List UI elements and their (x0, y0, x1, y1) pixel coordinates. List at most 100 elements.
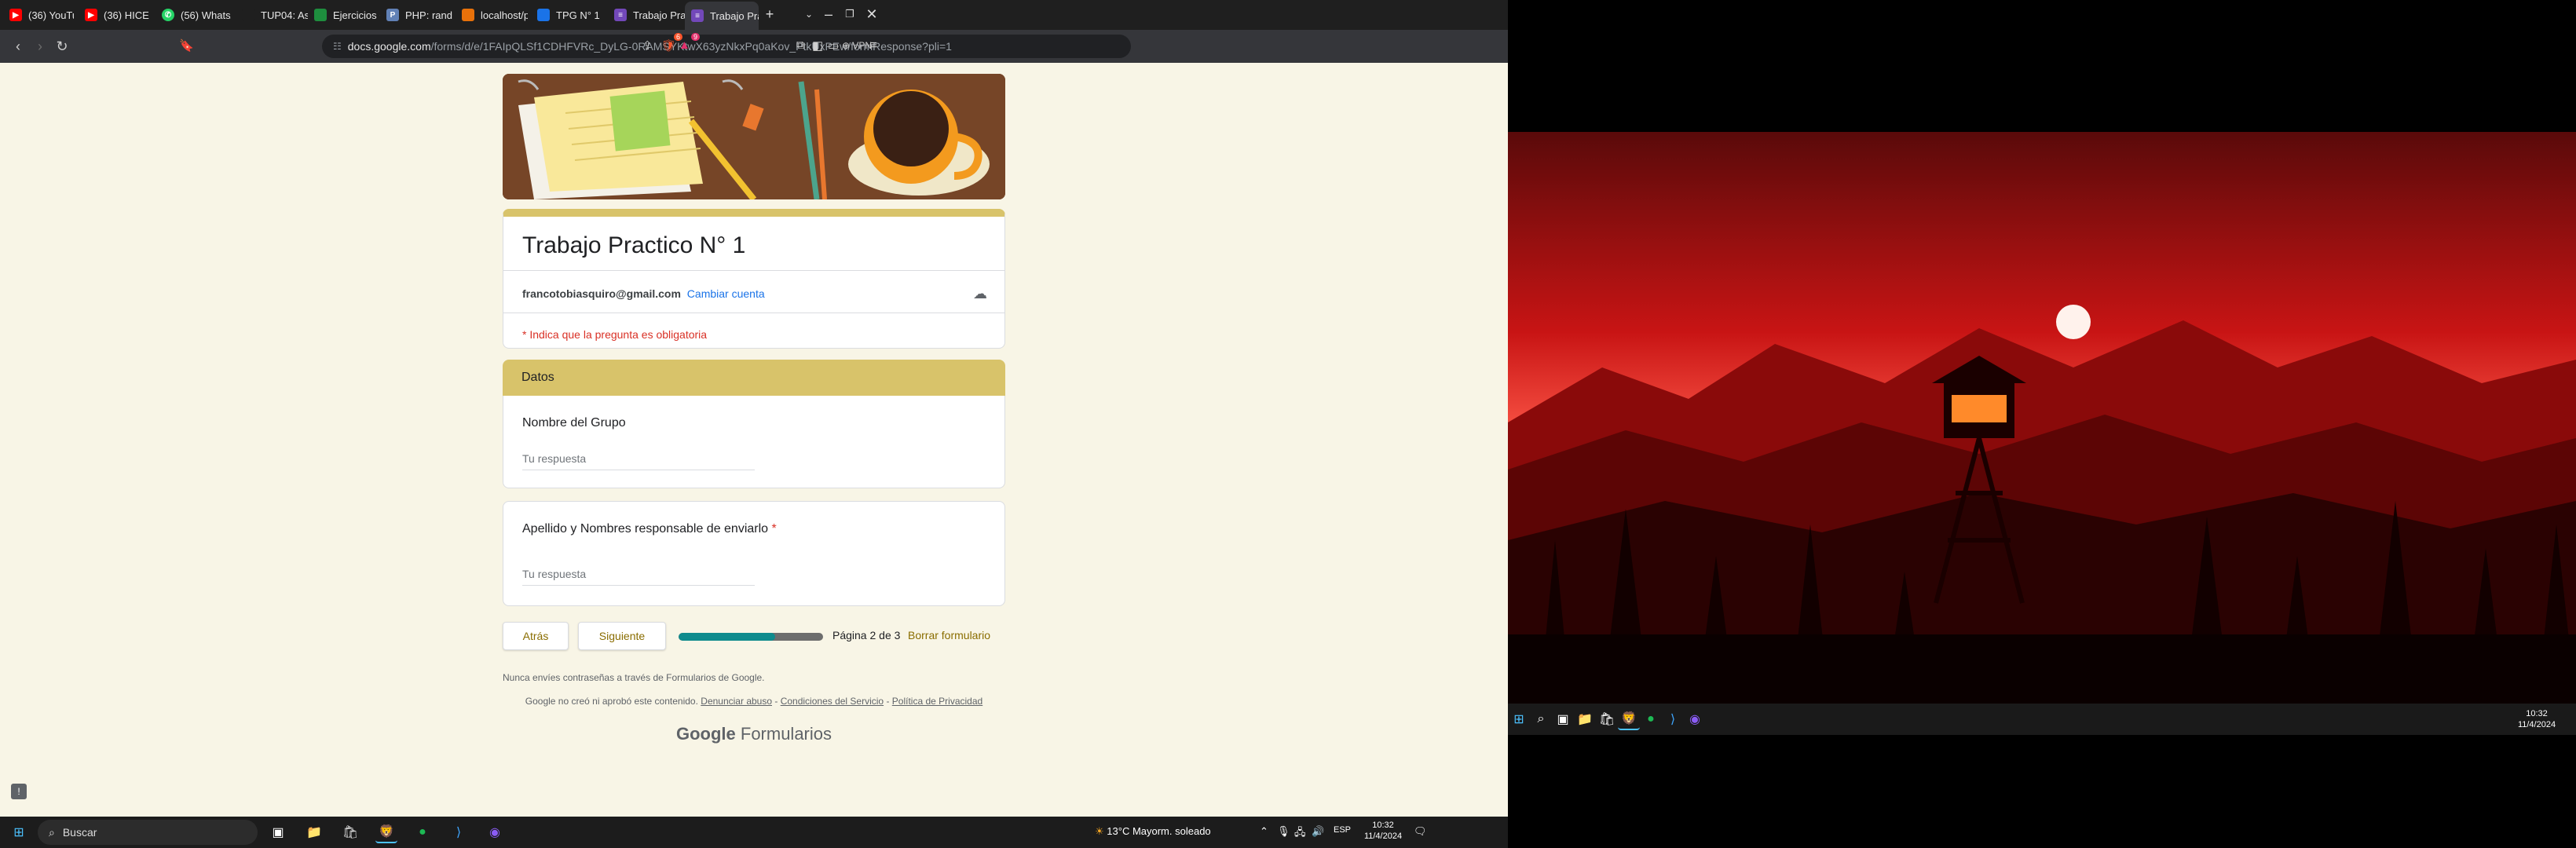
privacy-link[interactable]: Política de Privacidad (892, 696, 982, 707)
taskbar-search[interactable]: ⌕ Buscar (38, 820, 258, 845)
report-abuse-link[interactable]: Denunciar abuso (701, 696, 772, 707)
notifications-icon[interactable]: 🗨 (1414, 825, 1427, 838)
extensions-icon[interactable]: ⧉ (796, 38, 805, 52)
tray-chevron-icon[interactable]: ⌃ (1260, 825, 1268, 838)
vpn-button[interactable]: ⊕ VPN (842, 40, 872, 51)
clear-form-button[interactable]: Borrar formulario (908, 629, 990, 641)
cloud-save-icon: ☁ (973, 286, 987, 302)
bookmark-icon[interactable]: 🔖 (179, 38, 194, 53)
store-icon[interactable]: 🛍 (1596, 708, 1618, 730)
question-card-responsible: Apellido y Nombres responsable de enviar… (503, 501, 1005, 606)
moodle-icon (242, 9, 254, 21)
google-forms-logo[interactable]: Google Formularios (503, 724, 1005, 744)
back-arrow-icon[interactable]: ‹ (8, 36, 28, 57)
form-header-image (503, 74, 1005, 199)
question-title: Nombre del Grupo (522, 416, 626, 429)
separator: - (886, 696, 890, 707)
close-window-icon[interactable]: ✕ (860, 3, 884, 25)
file-explorer-icon[interactable]: 📁 (303, 821, 325, 843)
footer-links: Google no creó ni aprobó este contenido.… (503, 696, 1005, 707)
tab-ejercicios[interactable]: Ejercicios Clase 01 (308, 3, 380, 27)
menu-icon[interactable]: ≡ (870, 38, 877, 52)
tab-php[interactable]: P PHP: rand - Manual (380, 3, 452, 27)
spotify-icon[interactable]: ● (412, 821, 434, 843)
search-icon[interactable]: ⌕ (1530, 708, 1552, 730)
discord-icon[interactable]: ◉ (1684, 708, 1706, 730)
tab-whatsapp[interactable]: ✆ (56) WhatsApp (156, 3, 231, 27)
tab-asistencia[interactable]: TUP04: Asistencia (236, 3, 308, 27)
main-screen: ▶ (36) YouTube ▶ (36) HICE UN VIDEO ✆ (5… (0, 0, 1508, 848)
maximize-icon[interactable]: ❐ (838, 3, 862, 25)
next-button[interactable]: Siguiente (578, 622, 666, 650)
secondary-screen: ⊞ ⌕ ▣ 📁 🛍 🦁 ● ⟩ ◉ 10:32 11/4/2024 (1508, 0, 2576, 848)
back-button[interactable]: Atrás (503, 622, 569, 650)
form-title: Trabajo Practico N° 1 (522, 232, 746, 258)
page-indicator: Página 2 de 3 (832, 629, 901, 641)
section-header: Datos (503, 360, 1005, 396)
windows-start-icon[interactable]: ⊞ (1508, 708, 1530, 730)
file-explorer-icon[interactable]: 📁 (1574, 708, 1596, 730)
task-view-icon[interactable]: ▣ (267, 821, 289, 843)
desktop-wallpaper (1508, 132, 2576, 704)
brave-shields-icon[interactable]: 🛡 (661, 38, 676, 53)
youtube-icon: ▶ (85, 9, 97, 21)
address-bar[interactable]: ☷ docs.google.com/forms/d/e/1FAIpQLSf1CD… (322, 35, 1131, 58)
tab-youtube-1[interactable]: ▶ (36) YouTube (3, 3, 74, 27)
terms-link[interactable]: Condiciones del Servicio (781, 696, 884, 707)
php-icon: P (386, 9, 399, 21)
group-name-input[interactable]: Tu respuesta (522, 452, 755, 470)
minimize-icon[interactable]: – (817, 3, 840, 25)
account-row: francotobiasquiro@gmail.com Cambiar cuen… (522, 287, 765, 300)
microphone-icon[interactable]: 🎙 (1277, 825, 1290, 838)
share-icon[interactable]: ⇪ (642, 38, 653, 53)
question-title-text: Apellido y Nombres responsable de enviar… (522, 522, 769, 535)
tab-label: Ejercicios Clase 01 (333, 9, 380, 21)
task-view-icon[interactable]: ▣ (1552, 708, 1574, 730)
weather-text: 13°C Mayorm. soleado (1107, 825, 1211, 837)
network-icon[interactable]: 🖧 (1294, 825, 1306, 843)
taskbar-clock[interactable]: 10:32 11/4/2024 (2505, 708, 2568, 730)
language-indicator[interactable]: ESP (1334, 825, 1351, 835)
tab-label: (36) YouTube (28, 9, 74, 21)
forward-arrow-icon[interactable]: › (30, 36, 50, 57)
volume-icon[interactable]: 🔊 (1312, 825, 1324, 838)
tab-trabajo-practico-1[interactable]: ≡ Trabajo Practico N° 1 (608, 3, 686, 27)
clock-date: 11/4/2024 (2517, 720, 2556, 729)
tab-tpg[interactable]: TPG N° 1 (531, 3, 602, 27)
taskbar: ⊞ ⌕ Buscar ▣ 📁 🛍 🦁 ● ⟩ ◉ ☀ 13°C Mayorm. … (0, 817, 1508, 848)
search-placeholder: Buscar (62, 826, 97, 839)
form-navigation: Atrás Siguiente Página 2 de 3 Borrar for… (503, 622, 1005, 653)
tab-label: (36) HICE UN VIDEO (104, 9, 151, 21)
brave-rewards-icon[interactable]: ▲ (679, 38, 690, 52)
taskbar-clock[interactable]: 10:32 11/4/2024 (1356, 820, 1411, 842)
discord-icon[interactable]: ◉ (484, 821, 506, 843)
store-icon[interactable]: 🛍 (339, 821, 361, 843)
tab-localhost[interactable]: localhost/progra_noc (456, 3, 528, 27)
search-icon: ⌕ (49, 825, 55, 839)
sidebar-icon[interactable]: ◧ (812, 38, 823, 53)
youtube-icon: ▶ (9, 9, 22, 21)
tab-label: Trabajo Practico N° 1 (633, 9, 686, 21)
tab-label: PHP: rand - Manual (405, 9, 452, 21)
tab-trabajo-practico-active[interactable]: ≡ Trabajo Practico N ✕ (685, 2, 759, 30)
tab-label: (56) WhatsApp (181, 9, 231, 21)
reload-icon[interactable]: ↻ (52, 36, 72, 57)
feedback-icon[interactable]: ! (11, 784, 27, 799)
clock-time: 10:32 (2526, 709, 2548, 718)
site-info-icon[interactable]: ☷ (333, 41, 342, 52)
tab-youtube-2[interactable]: ▶ (36) HICE UN VIDEO (79, 3, 151, 27)
weather-widget[interactable]: ☀ 13°C Mayorm. soleado (1095, 825, 1211, 838)
classroom-icon (537, 9, 550, 21)
windows-start-icon[interactable]: ⊞ (8, 821, 30, 843)
vscode-icon[interactable]: ⟩ (1662, 708, 1684, 730)
spotify-icon[interactable]: ● (1640, 708, 1662, 730)
responsible-name-input[interactable]: Tu respuesta (522, 568, 755, 586)
vscode-icon[interactable]: ⟩ (448, 821, 470, 843)
wallet-icon[interactable]: ▭ (828, 38, 839, 53)
brave-browser-icon[interactable]: 🦁 (1618, 708, 1640, 730)
new-tab-button[interactable]: + (758, 3, 781, 25)
switch-account-link[interactable]: Cambiar cuenta (687, 287, 765, 300)
form-page: Trabajo Practico N° 1 francotobiasquiro@… (0, 63, 1508, 817)
brave-browser-icon[interactable]: 🦁 (375, 821, 397, 843)
form-title-card: Trabajo Practico N° 1 francotobiasquiro@… (503, 209, 1005, 349)
